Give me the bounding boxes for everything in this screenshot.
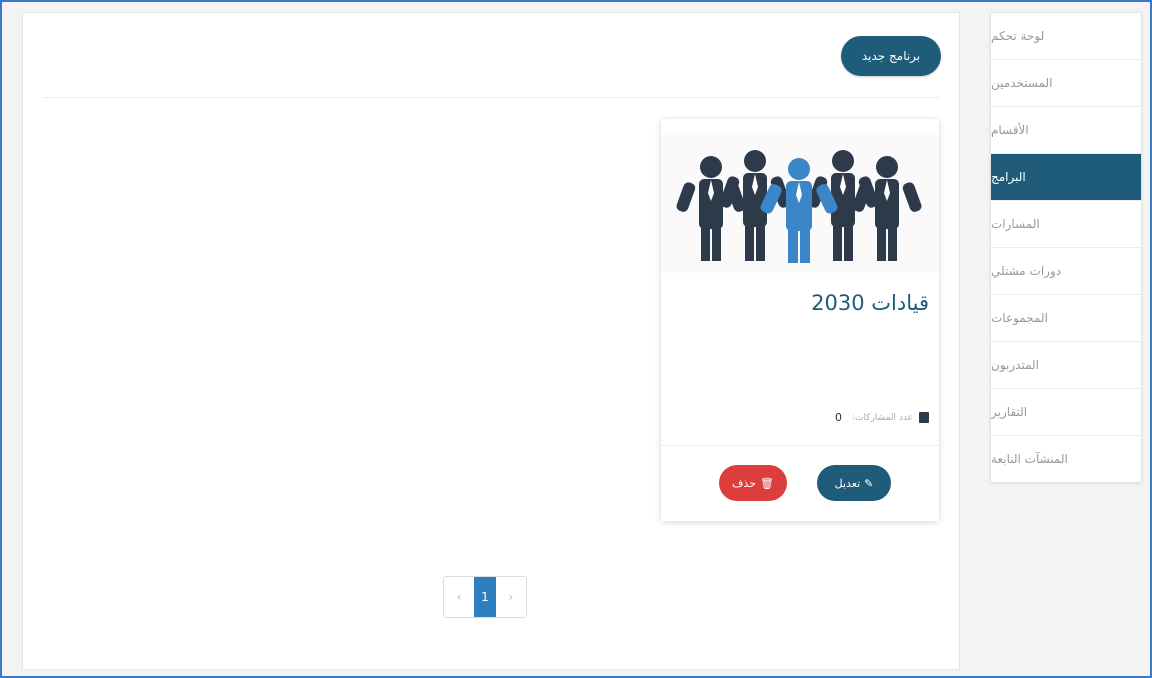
sidebar-item-users[interactable]: المستخدمين	[991, 60, 1141, 107]
prev-page-button[interactable]: ‹	[444, 577, 474, 617]
participants-label: عدد المشاركات:	[851, 412, 913, 423]
edit-label: تعديل	[834, 476, 861, 490]
sidebar-item-tracks[interactable]: المسارات	[991, 201, 1141, 248]
participants-count: 0	[834, 411, 842, 424]
edit-button[interactable]: تعديل ✎	[817, 465, 891, 501]
sidebar-item-departments[interactable]: الأقسام	[991, 107, 1141, 154]
card-divider	[661, 445, 939, 446]
pagination: ‹ 1 ›	[443, 576, 527, 618]
new-program-button[interactable]: برنامج جديد	[841, 36, 941, 76]
main-panel: برنامج جديد قيادات 2030 عدد المشاركات: 0…	[22, 12, 960, 670]
sidebar-item-dashboard[interactable]: لوحة تحكم	[991, 13, 1141, 60]
book-icon	[919, 412, 929, 423]
sidebar-item-facilities[interactable]: المنشآت التابعة	[991, 436, 1141, 482]
sidebar-item-groups[interactable]: المجموعات	[991, 295, 1141, 342]
sidebar-item-trainees[interactable]: المتدربون	[991, 342, 1141, 389]
program-title[interactable]: قيادات 2030	[811, 291, 929, 315]
sidebar: لوحة تحكم المستخدمين الأقسام البرامج الم…	[990, 12, 1142, 483]
trash-icon: 🗑	[760, 476, 774, 490]
program-image	[661, 133, 939, 273]
delete-button[interactable]: حذف 🗑	[719, 465, 787, 501]
next-page-button[interactable]: ›	[496, 577, 526, 617]
sidebar-item-reports[interactable]: التقارير	[991, 389, 1141, 436]
page-1-button[interactable]: 1	[474, 577, 496, 617]
sidebar-item-programs[interactable]: البرامج	[991, 154, 1141, 201]
participants-meta: عدد المشاركات: 0	[835, 411, 929, 424]
program-card: قيادات 2030 عدد المشاركات: 0 تعديل ✎ حذف…	[661, 119, 939, 521]
sidebar-item-courses[interactable]: دورات مشتلي	[991, 248, 1141, 295]
delete-label: حذف	[732, 476, 756, 490]
header-divider	[43, 97, 939, 98]
edit-icon: ✎	[864, 476, 874, 490]
team-illustration-icon	[676, 150, 922, 263]
